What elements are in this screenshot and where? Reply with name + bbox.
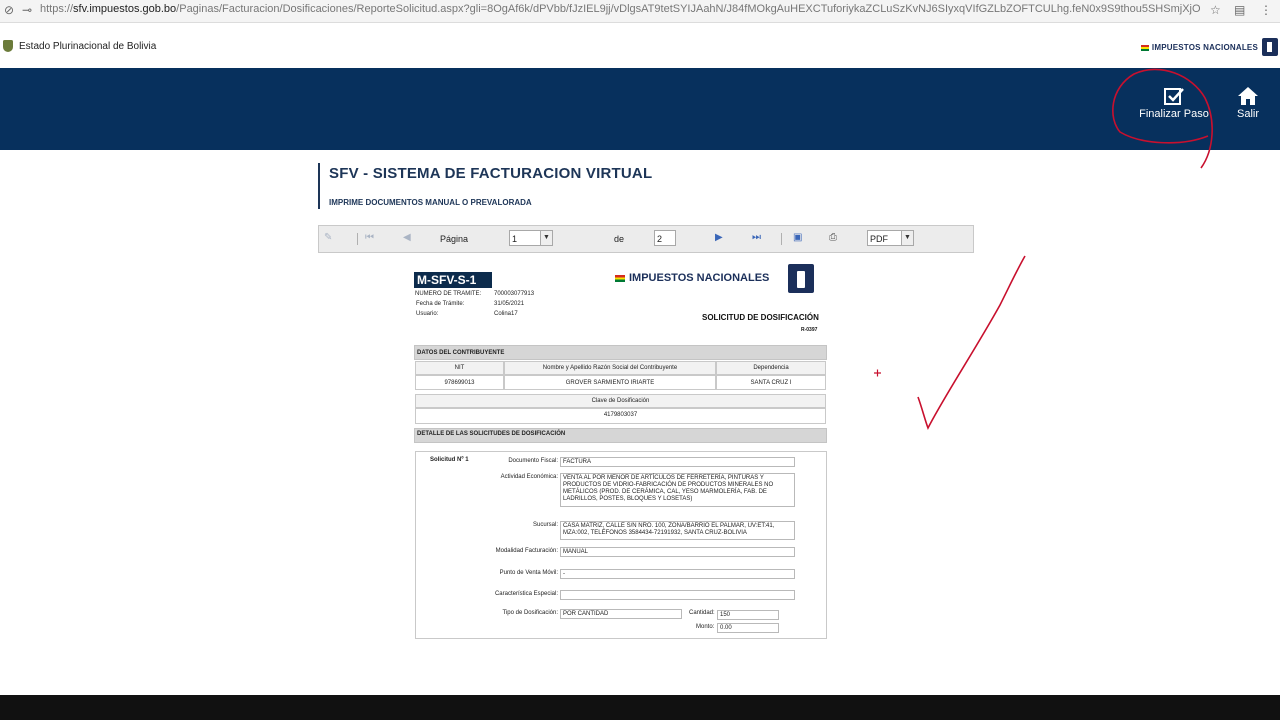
find-icon[interactable]: ✎	[324, 232, 332, 243]
modalidad-label: Modalidad Facturación:	[495, 548, 558, 554]
col-nit-header: NIT	[415, 361, 504, 375]
col-dependencia-header: Dependencia	[716, 361, 826, 375]
tipo-field: POR CANTIDAD	[560, 609, 682, 619]
shield-info-icon[interactable]: ⊘	[4, 3, 14, 17]
nombre-value: GROVER SARMIENTO IRIARTE	[504, 375, 716, 390]
usuario-label: Usuario:	[416, 311, 439, 317]
monto-label: Monto:	[696, 624, 715, 630]
impuestos-logo-icon	[788, 264, 814, 293]
brand-header[interactable]: IMPUESTOS NACIONALES	[1140, 43, 1258, 52]
url-host: sfv.impuestos.gob.bo	[73, 3, 177, 15]
cantidad-field: 150	[717, 610, 779, 620]
nit-value: 978699013	[415, 375, 504, 390]
exit-label: Salir	[1236, 108, 1259, 120]
document-code: R-0397	[801, 327, 818, 333]
report-brand-text: IMPUESTOS NACIONALES	[629, 272, 770, 284]
last-page-icon[interactable]: ⏭	[752, 232, 761, 243]
punto-venta-label: Punto de Venta Móvil:	[499, 570, 558, 576]
cantidad-label: Cantidad:	[689, 610, 715, 616]
sucursal-label: Sucursal:	[532, 522, 558, 528]
document-title: SOLICITUD DE DOSIFICACIÓN	[702, 313, 819, 322]
actividad-label: Actividad Económica:	[500, 474, 558, 480]
government-header: Estado Plurinacional de Bolivia IMPUESTO…	[0, 23, 1280, 68]
impuestos-logo-icon[interactable]	[1262, 38, 1278, 56]
url-path: /Paginas/Facturacion/Dosificaciones/Repo…	[176, 3, 1200, 15]
star-icon[interactable]: ☆	[1210, 3, 1221, 17]
toolbar-separator	[781, 233, 782, 245]
previous-page-icon[interactable]: ◀	[403, 232, 411, 243]
actividad-field: VENTA AL POR MENOR DE ARTÍCULOS DE FERRE…	[560, 473, 795, 507]
col-nombre-header: Nombre y Apellido Razón Social del Contr…	[504, 361, 716, 375]
chevron-down-icon[interactable]: ▼	[901, 231, 913, 245]
caracteristica-label: Característica Especial:	[494, 591, 558, 597]
monto-field: 0.00	[717, 623, 779, 633]
export-format-select[interactable]: PDF ▼	[867, 230, 914, 246]
documento-label: Documento Fiscal:	[508, 458, 558, 464]
save-icon[interactable]: ▣	[793, 232, 802, 243]
toolbar-separator	[357, 233, 358, 245]
url-text[interactable]: https://sfv.impuestos.gob.bo/Paginas/Fac…	[40, 3, 1200, 15]
tramite-value: 700003077913	[494, 291, 535, 297]
tipo-label: Tipo de Dosificación:	[502, 610, 558, 616]
bolivia-flag-icon	[615, 274, 625, 282]
key-icon[interactable]: ⊸	[22, 3, 32, 17]
bolivia-flag-icon	[1140, 44, 1149, 51]
documento-field: FACTURA	[560, 457, 795, 467]
clave-label: Clave de Dosificación	[415, 394, 826, 408]
form-code: M-SFV-S-1	[414, 272, 492, 288]
section-detalle-header: DETALLE DE LAS SOLICITUDES DE DOSIFICACI…	[414, 428, 827, 443]
page-subtitle: IMPRIME DOCUMENTOS MANUAL O PREVALORADA	[329, 198, 532, 207]
tramite-label: NUMERO DE TRAMITE:	[415, 291, 482, 297]
finalize-step-button[interactable]: Finalizar Paso	[1138, 86, 1210, 120]
cursor-crosshair-icon	[874, 369, 881, 377]
caracteristica-field	[560, 590, 795, 600]
fecha-value: 31/05/2021	[494, 301, 525, 307]
page-title: SFV - SISTEMA DE FACTURACION VIRTUAL	[329, 165, 653, 182]
clave-value: 4179803037	[415, 408, 826, 424]
title-accent-bar	[318, 163, 320, 209]
finalize-step-label: Finalizar Paso	[1139, 108, 1209, 120]
export-format-value: PDF	[870, 234, 888, 244]
menu-icon[interactable]: ⋮	[1260, 3, 1272, 17]
sucursal-field: CASA MATRIZ, CALLE S/N NRO. 100, ZONA/BA…	[560, 521, 795, 540]
of-label: de	[614, 234, 625, 244]
total-pages-value: 2	[657, 234, 663, 244]
total-pages-field: 2	[654, 230, 676, 246]
report-brand: IMPUESTOS NACIONALES	[615, 272, 769, 284]
section-contribuyente-header: DATOS DEL CONTRIBUYENTE	[414, 345, 827, 360]
home-icon	[1238, 87, 1258, 105]
bolivia-coat-of-arms-icon	[3, 40, 13, 52]
print-icon[interactable]: ⎙	[829, 232, 837, 243]
browser-address-bar[interactable]: ⊘ ⊸ https://sfv.impuestos.gob.bo/Paginas…	[0, 0, 1280, 23]
modalidad-field: MANUAL	[560, 547, 795, 557]
page-select[interactable]: 1 ▼	[509, 230, 553, 246]
checkbox-icon	[1164, 88, 1184, 105]
chevron-down-icon[interactable]: ▼	[540, 231, 552, 245]
punto-venta-field: -	[560, 569, 795, 579]
fecha-label: Fecha de Trámite:	[416, 301, 465, 307]
bottom-bar	[0, 695, 1280, 720]
reader-icon[interactable]: ▤	[1234, 3, 1245, 17]
checkmark-annotation	[917, 255, 1026, 430]
page-select-value: 1	[512, 234, 518, 244]
usuario-value: Colina17	[494, 311, 518, 317]
brand-header-text: IMPUESTOS NACIONALES	[1151, 43, 1258, 52]
exit-button[interactable]: Salir	[1232, 86, 1264, 120]
page-label: Página	[440, 234, 469, 244]
state-name: Estado Plurinacional de Bolivia	[19, 41, 157, 52]
navigation-bar: Finalizar Paso Salir	[0, 68, 1280, 150]
report-toolbar: ✎ ⏮ ◀ Página 1 ▼ de 2 ▶ ⏭ ▣ ⎙ PDF ▼	[318, 225, 974, 253]
dependencia-value: SANTA CRUZ I	[716, 375, 826, 390]
first-page-icon[interactable]: ⏮	[365, 232, 374, 243]
next-page-icon[interactable]: ▶	[715, 232, 723, 243]
